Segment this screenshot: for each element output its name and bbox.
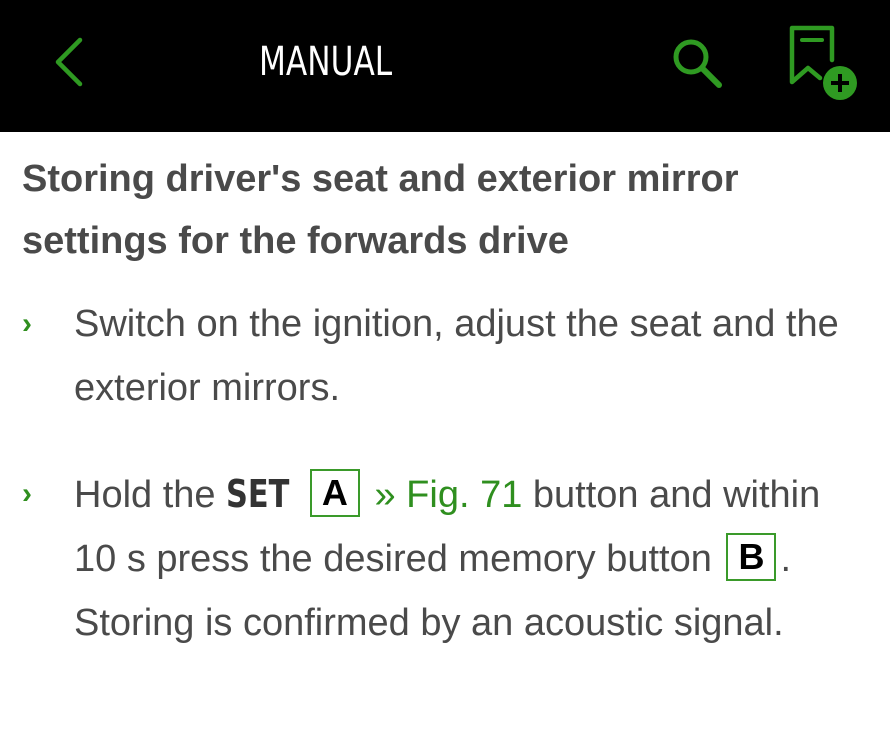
page-title: MANUAL: [259, 39, 393, 85]
step-text: Switch on the ignition, adjust the seat …: [74, 303, 839, 409]
add-bookmark-button[interactable]: [780, 20, 862, 106]
bookmark-add-icon: [789, 25, 857, 100]
callout-a: A: [309, 469, 360, 517]
search-icon: [673, 39, 722, 88]
top-app-bar: MANUAL: [0, 0, 890, 132]
set-button-label: SET: [226, 472, 290, 516]
step-bullet-icon: ›: [22, 477, 32, 510]
chevron-left-icon: [55, 37, 83, 87]
search-button[interactable]: [664, 30, 730, 96]
figure-link[interactable]: » Fig. 71: [374, 474, 522, 516]
back-button[interactable]: [40, 30, 100, 94]
section-heading: Storing driver's seat and exterior mirro…: [22, 158, 739, 262]
callout-b: B: [726, 533, 777, 581]
step-text: Hold the SET A » Fig. 71 button and with…: [74, 462, 854, 655]
step-text-part: Hold the: [74, 474, 227, 516]
step-bullet-icon: ›: [22, 307, 32, 340]
manual-content: Storing driver's seat and exterior mirro…: [0, 132, 890, 750]
